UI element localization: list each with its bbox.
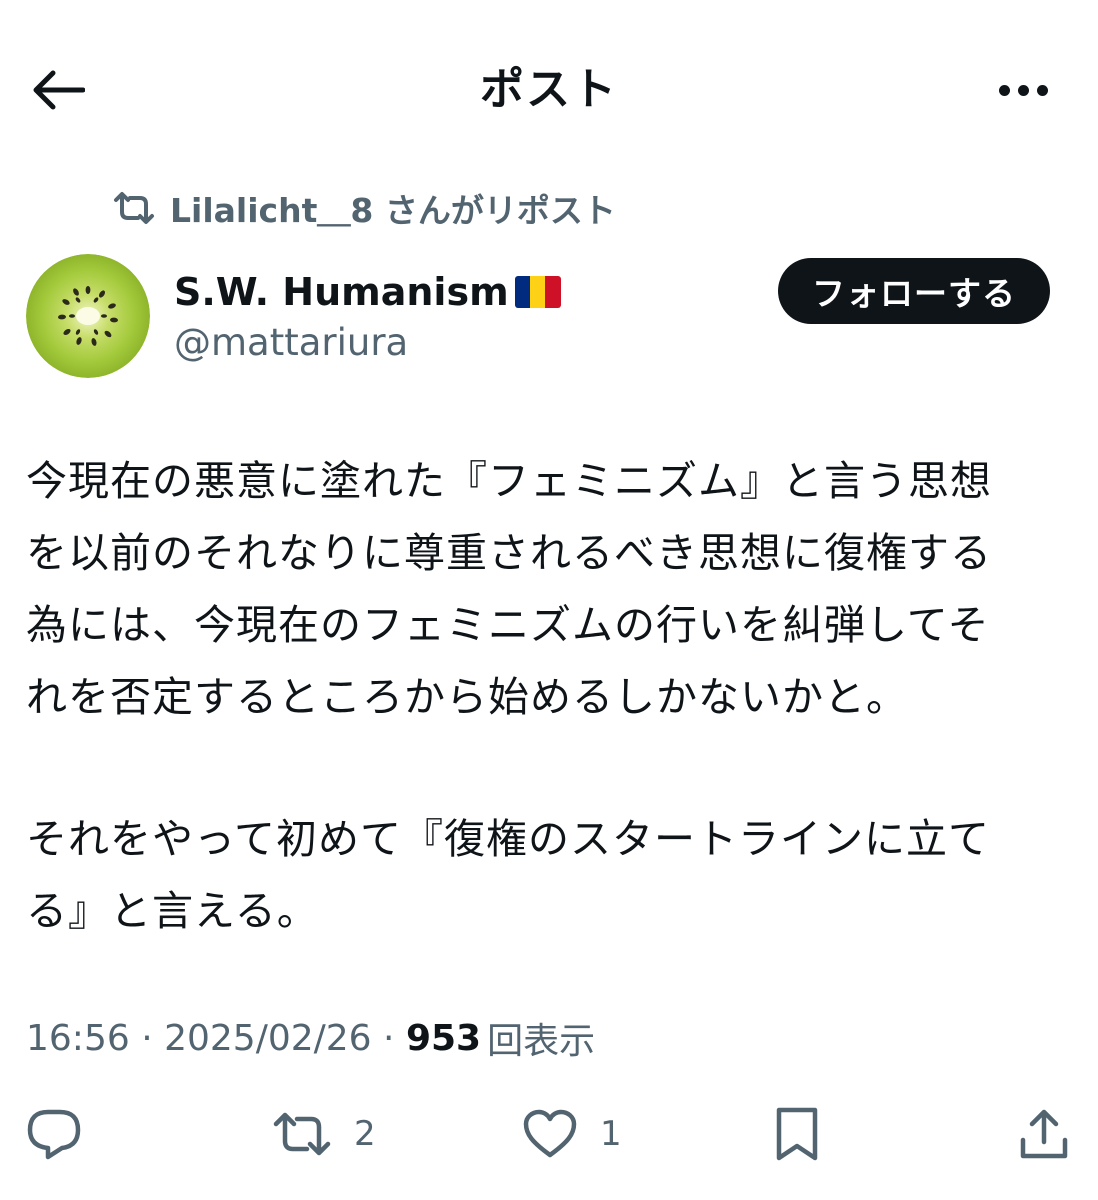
author-handle[interactable]: @mattariura: [174, 318, 408, 368]
reply-icon: [27, 1109, 81, 1160]
page-title: ポスト: [480, 64, 618, 115]
view-count[interactable]: 953: [406, 1018, 481, 1059]
romania-flag-icon: [514, 276, 561, 308]
repost-indicator[interactable]: Lilalicht＿8 さんがリポスト: [112, 186, 616, 230]
repost-text: Lilalicht＿8 さんがリポスト: [170, 191, 616, 230]
top-bar: ポスト: [0, 40, 1098, 140]
reply-button[interactable]: [26, 1100, 82, 1168]
author-name-row[interactable]: S.W. Humanism: [174, 264, 561, 320]
action-bar: 2 1: [0, 1100, 1098, 1168]
post-meta: 16:56 · 2025/02/26 · 953 回表示: [26, 1012, 595, 1064]
more-horizontal-icon: [998, 84, 1010, 96]
flag-stripe: [545, 276, 561, 308]
repost-count: 2: [354, 1114, 376, 1154]
flag-stripe: [530, 276, 546, 308]
like-button[interactable]: 1: [522, 1100, 622, 1168]
author-name: S.W. Humanism: [174, 270, 509, 314]
bookmark-icon: [776, 1107, 818, 1161]
follow-button[interactable]: フォローする: [778, 258, 1050, 324]
more-options-button[interactable]: [988, 62, 1058, 118]
view-count-label: 回表示: [487, 1021, 596, 1062]
meta-separator: ·: [371, 1017, 406, 1059]
repost-button[interactable]: 2: [272, 1100, 376, 1168]
repost-icon: [114, 192, 154, 224]
share-button[interactable]: [1018, 1100, 1070, 1168]
post-date: 2025/02/26: [164, 1017, 372, 1059]
heart-icon: [523, 1109, 577, 1158]
kiwi-avatar[interactable]: [26, 254, 150, 378]
post-detail-screen: ポスト Lilalicht＿8 さんがリポスト S.W. Humanism @m…: [0, 0, 1098, 1200]
flag-stripe: [514, 276, 530, 308]
meta-separator: ·: [129, 1017, 165, 1059]
post-paragraph: それをやって初めて『復権のスタートラインに立て る』と言える。: [26, 815, 990, 935]
kiwi-avatar-image: [26, 254, 150, 378]
post-time: 16:56: [26, 1017, 130, 1059]
post-paragraph: 今現在の悪意に塗れた『フェミニズム』と言う思想 を以前のそれなりに尊重されるべき…: [26, 457, 992, 721]
like-count: 1: [600, 1114, 622, 1154]
bookmark-button[interactable]: [774, 1100, 820, 1168]
more-dot: [1017, 84, 1029, 96]
more-dot: [1036, 84, 1048, 96]
repost-icon: [273, 1112, 331, 1156]
share-icon: [1020, 1109, 1068, 1159]
post-text: 今現在の悪意に塗れた『フェミニズム』と言う思想 を以前のそれなりに尊重されるべき…: [26, 445, 1076, 947]
